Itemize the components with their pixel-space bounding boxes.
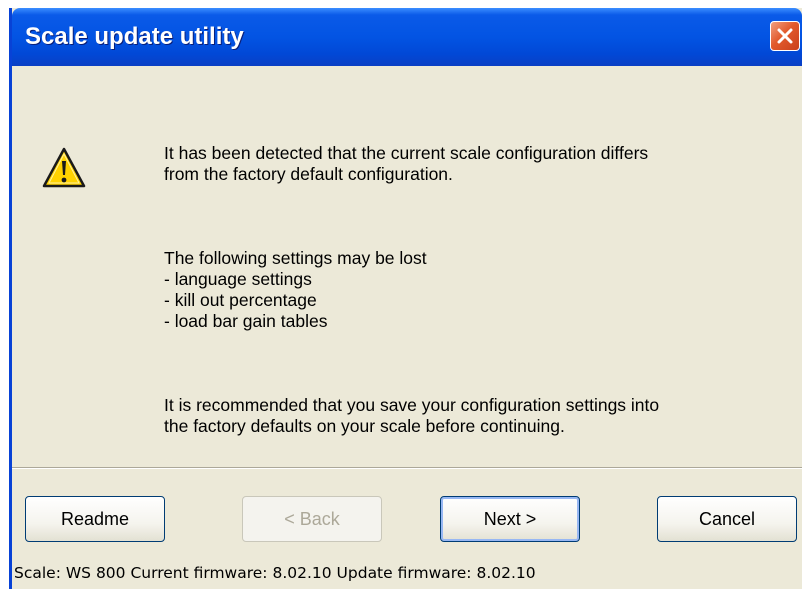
separator — [12, 467, 802, 469]
close-icon — [777, 28, 793, 44]
readme-button[interactable]: Readme — [25, 496, 165, 542]
title-bar[interactable]: Scale update utility — [12, 8, 802, 66]
status-text: Scale: WS 800 Current firmware: 8.02.10 … — [14, 564, 536, 582]
message-text: It has been detected that the current sc… — [164, 122, 794, 458]
next-button[interactable]: Next > — [440, 496, 580, 542]
message-paragraph-3: It is recommended that you save your con… — [164, 395, 660, 436]
back-button[interactable]: < Back — [242, 496, 382, 542]
close-button[interactable] — [770, 21, 800, 51]
dialog-window: Scale update utility It has been detecte… — [9, 8, 802, 589]
message-paragraph-2: The following settings may be lost - lan… — [164, 248, 427, 331]
window-title: Scale update utility — [25, 23, 244, 50]
message-paragraph-1: It has been detected that the current sc… — [164, 143, 649, 184]
warning-icon — [42, 147, 86, 188]
cancel-button[interactable]: Cancel — [657, 496, 797, 542]
